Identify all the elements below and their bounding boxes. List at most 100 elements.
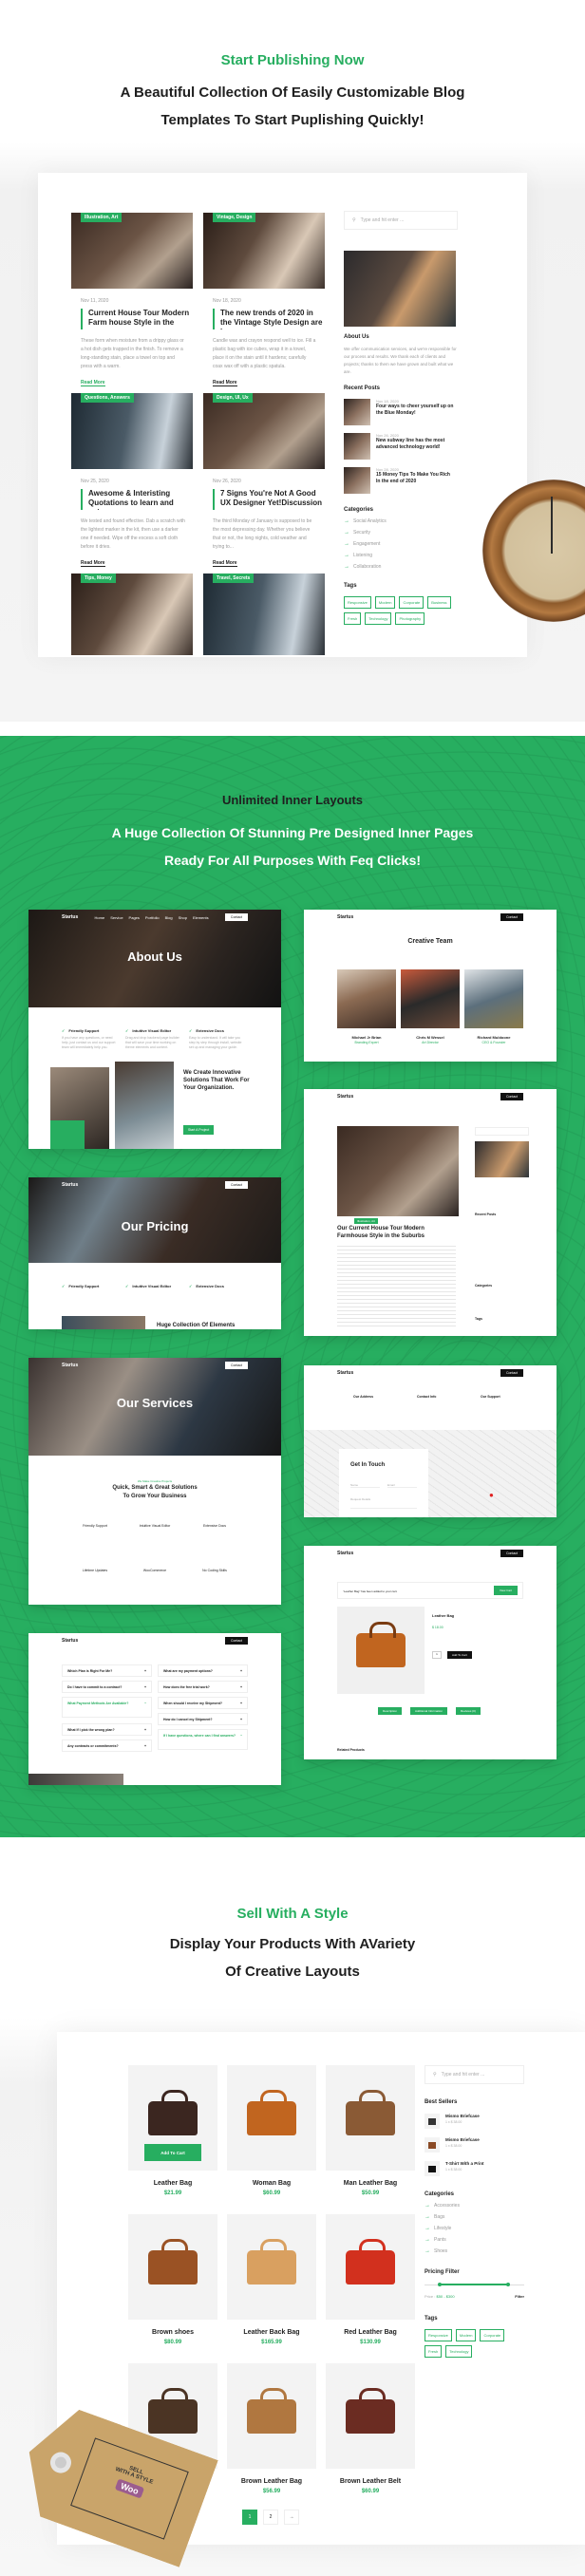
next-page-button[interactable]: →	[284, 2510, 299, 2525]
tag-button[interactable]: Technology	[365, 612, 392, 625]
product-card[interactable]: Woman Bag $60.99	[227, 2065, 316, 2196]
faq-item[interactable]: Any contracts or commitments? +	[62, 1739, 152, 1752]
category-item[interactable]: → Collaboration	[344, 564, 458, 570]
nav-link[interactable]: Portfolio	[145, 915, 160, 920]
shop-search-input[interactable]: ⚲ Type and hit enter ...	[425, 2065, 524, 2084]
recent-post[interactable]: Nov 26, 2020 New subway line has the most…	[344, 433, 458, 460]
email-field[interactable]: Email	[387, 1483, 417, 1488]
product-card[interactable]: Leather Back Bag $165.99	[227, 2214, 316, 2345]
blog-search-input[interactable]: ⚲ Type and hit enter ...	[344, 211, 458, 230]
blog-post-card[interactable]: Questions, Answers Nov 25, 2020 Awesome …	[71, 393, 195, 569]
best-seller-item[interactable]: T-Shirt With a Print 1 x $ 38.00	[425, 2161, 524, 2176]
faq-item[interactable]: Which Plan is Right For Me? +	[62, 1664, 152, 1677]
post-tag[interactable]: Questions, Answers	[81, 393, 134, 403]
product-image[interactable]	[326, 2065, 415, 2171]
product-name[interactable]: Leather Back Bag	[227, 2329, 316, 2336]
best-seller-name[interactable]: Mismo Briefcase	[445, 2114, 480, 2118]
map-pin-icon[interactable]: ●	[489, 1491, 494, 1499]
start-project-button[interactable]: Start A Project	[183, 1125, 215, 1135]
post-tag[interactable]: Design, UI, Ux	[213, 393, 253, 403]
logo[interactable]: Startus	[337, 1094, 353, 1100]
page-button[interactable]: 2	[263, 2510, 278, 2525]
quantity-input[interactable]: 1	[432, 1651, 442, 1659]
services-page-preview[interactable]: Our Services Startus Contact We Make Crea…	[28, 1358, 281, 1605]
recent-post[interactable]: Nov 18, 2020 Four ways to cheer yourself …	[344, 399, 458, 425]
post-title[interactable]: Awesome & Interisting Quotations to lear…	[81, 489, 195, 510]
post-title[interactable]: Current House Tour Modern Farm house Sty…	[81, 309, 195, 329]
logo[interactable]: Startus	[62, 1638, 78, 1644]
nav-link[interactable]: Service	[110, 915, 123, 920]
read-more-link[interactable]: Read More	[81, 560, 105, 567]
contact-button[interactable]: Contact	[500, 1550, 523, 1557]
request-field[interactable]: Request Details	[350, 1497, 417, 1509]
tag-button[interactable]: Responsive	[344, 596, 371, 609]
read-more-link[interactable]: Read More	[81, 380, 105, 386]
category-item[interactable]: → Listening	[344, 553, 458, 558]
contact-button[interactable]: Contact	[224, 1181, 248, 1189]
product-card[interactable]: Brown shoes $80.99	[128, 2214, 217, 2345]
contact-button[interactable]: Contact	[500, 1369, 523, 1377]
faq-item[interactable]: Do I have to commit to a contract? +	[62, 1681, 152, 1693]
tab-description[interactable]: Description	[378, 1707, 403, 1715]
product-name[interactable]: Man Leather Bag	[326, 2180, 415, 2187]
product-image[interactable]	[128, 2214, 217, 2320]
product-card[interactable]: Brown Leather Belt $60.99	[326, 2363, 415, 2494]
tab-additional-info[interactable]: Additional Information	[410, 1707, 448, 1715]
slider-min-handle[interactable]	[437, 2283, 442, 2286]
faq-item-open[interactable]: What Payment Methods Are Available? −	[62, 1697, 152, 1718]
faq-item[interactable]: How does the free trial work? +	[158, 1681, 248, 1693]
contact-button[interactable]: Contact	[500, 1093, 523, 1100]
price-range-slider[interactable]	[425, 2283, 524, 2288]
logo[interactable]: Startus	[62, 1363, 78, 1368]
post-title[interactable]: The new trends of 2020 in the Vintage St…	[213, 309, 327, 329]
search-input[interactable]	[475, 1127, 529, 1136]
add-to-cart-button[interactable]: Add To Cart	[447, 1651, 472, 1659]
product-image[interactable]	[326, 2214, 415, 2320]
product-name[interactable]: Leather Bag	[128, 2180, 217, 2187]
product-card[interactable]: Red Leather Bag $130.99	[326, 2214, 415, 2345]
contact-button[interactable]: Contact	[500, 913, 523, 921]
best-seller-item[interactable]: Mismo Briefcase 1 x $ 38.00	[425, 2137, 524, 2153]
view-cart-button[interactable]: View Cart	[494, 1586, 518, 1595]
contact-button[interactable]: Contact	[224, 913, 248, 921]
product-name[interactable]: Brown Leather Bag	[227, 2478, 316, 2485]
logo[interactable]: Startus	[337, 1551, 353, 1556]
post-tag[interactable]: Vintage, Design	[213, 213, 256, 222]
page-button[interactable]: 1	[242, 2510, 257, 2525]
read-more-link[interactable]: Read More	[213, 560, 237, 567]
name-field[interactable]: Name	[350, 1483, 380, 1488]
nav-link[interactable]: Home	[95, 915, 105, 920]
post-title[interactable]: 7 Signs You're Not A Good UX Designer Ye…	[213, 489, 327, 510]
product-name[interactable]: Red Leather Bag	[326, 2329, 415, 2336]
product-card[interactable]: Brown Leather Bag $56.99	[227, 2363, 316, 2494]
contact-page-preview[interactable]: Startus Contact Our Address Contact Info …	[304, 1365, 557, 1517]
add-to-cart-button[interactable]: Add To Cart	[144, 2144, 201, 2161]
post-category-badge[interactable]: Illustration, Art	[354, 1218, 379, 1224]
recent-post-title[interactable]: New subway line has the most advanced te…	[376, 438, 454, 451]
faq-item[interactable]: What If I pick the wrong plan? +	[62, 1723, 152, 1736]
product-name[interactable]: Brown Leather Belt	[326, 2478, 415, 2485]
tag-button[interactable]: Fresh	[425, 2345, 443, 2358]
about-page-preview[interactable]: About Us Startus Home Service Pages Portfol…	[28, 910, 281, 1149]
recent-post[interactable]: Nov 28, 2020 15 Money Tips To Make You Ri…	[344, 467, 458, 494]
best-seller-name[interactable]: Mismo Briefcase	[445, 2137, 480, 2142]
nav-link[interactable]: Blog	[165, 915, 173, 920]
tag-button[interactable]: Fresh	[344, 612, 362, 625]
tag-button[interactable]: Business	[427, 596, 451, 609]
faq-item[interactable]: What are my payment options? +	[158, 1664, 248, 1677]
product-image[interactable]	[227, 2214, 316, 2320]
product-card[interactable]: Add To Cart Leather Bag $21.99	[128, 2065, 217, 2196]
category-item[interactable]: → Lifestyle	[425, 2226, 524, 2231]
logo[interactable]: Startus	[62, 1182, 78, 1188]
product-card[interactable]: Man Leather Bag $50.99	[326, 2065, 415, 2196]
product-image[interactable]	[326, 2363, 415, 2469]
tag-button[interactable]: Technology	[445, 2345, 473, 2358]
post-tag[interactable]: Illustration, Art	[81, 213, 123, 222]
blog-post-card[interactable]: Vintage, Design Nov 18, 2020 The new tre…	[203, 213, 327, 388]
faq-item[interactable]: How do I cancel my Shipment? +	[158, 1713, 248, 1725]
tag-button[interactable]: Corporate	[399, 596, 425, 609]
category-item[interactable]: → Engagement	[344, 541, 458, 547]
post-tag[interactable]: Travel, Secrets	[213, 573, 255, 583]
faq-item-open[interactable]: If I have questions, where can I find an…	[158, 1729, 248, 1750]
logo[interactable]: Startus	[337, 1370, 353, 1376]
